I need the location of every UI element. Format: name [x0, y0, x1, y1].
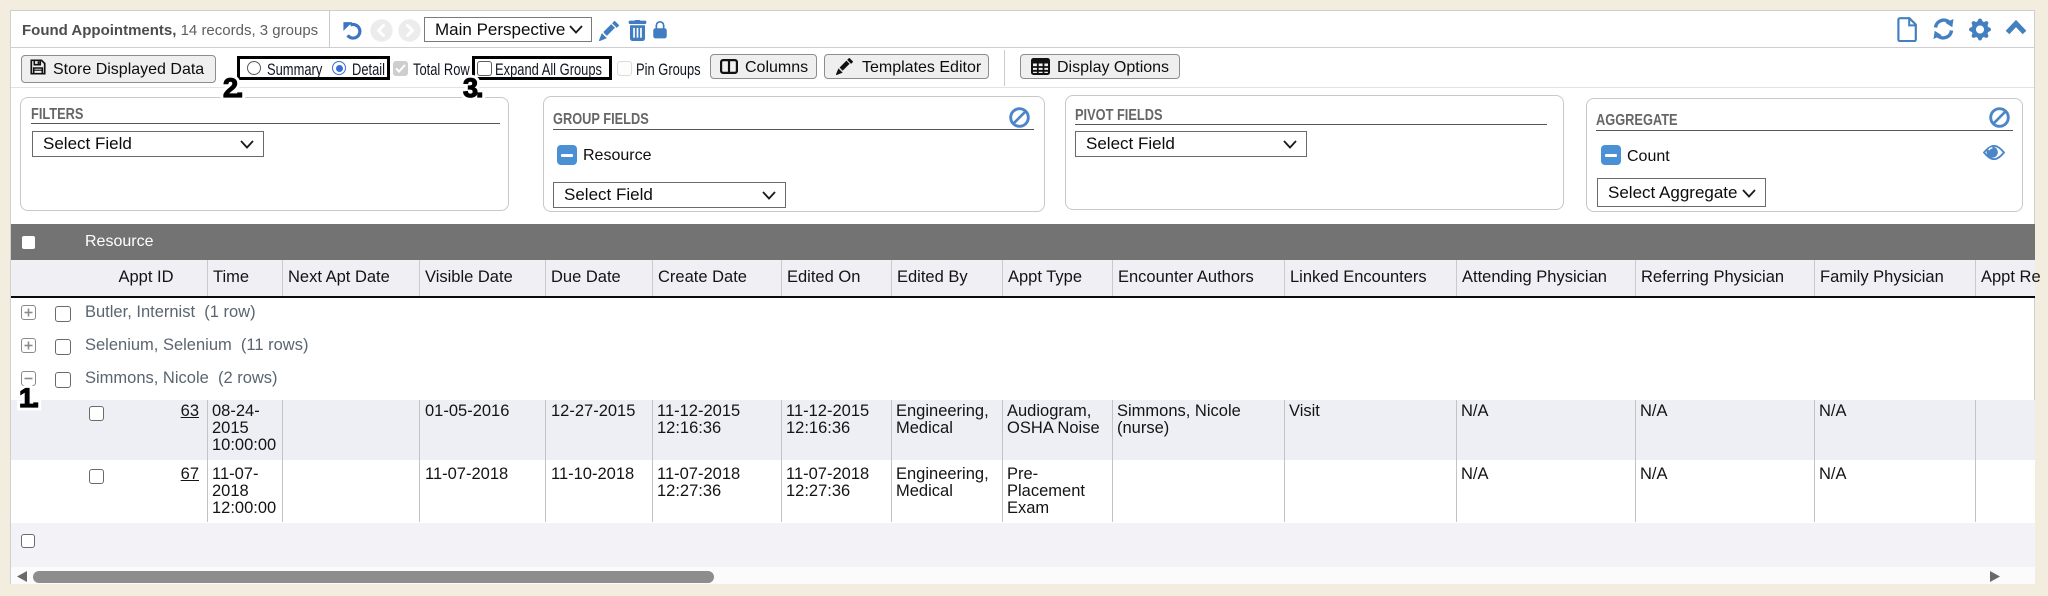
svg-text:1.: 1.	[19, 383, 38, 413]
svg-text:3.: 3.	[463, 73, 482, 103]
svg-text:2.: 2.	[223, 73, 242, 103]
